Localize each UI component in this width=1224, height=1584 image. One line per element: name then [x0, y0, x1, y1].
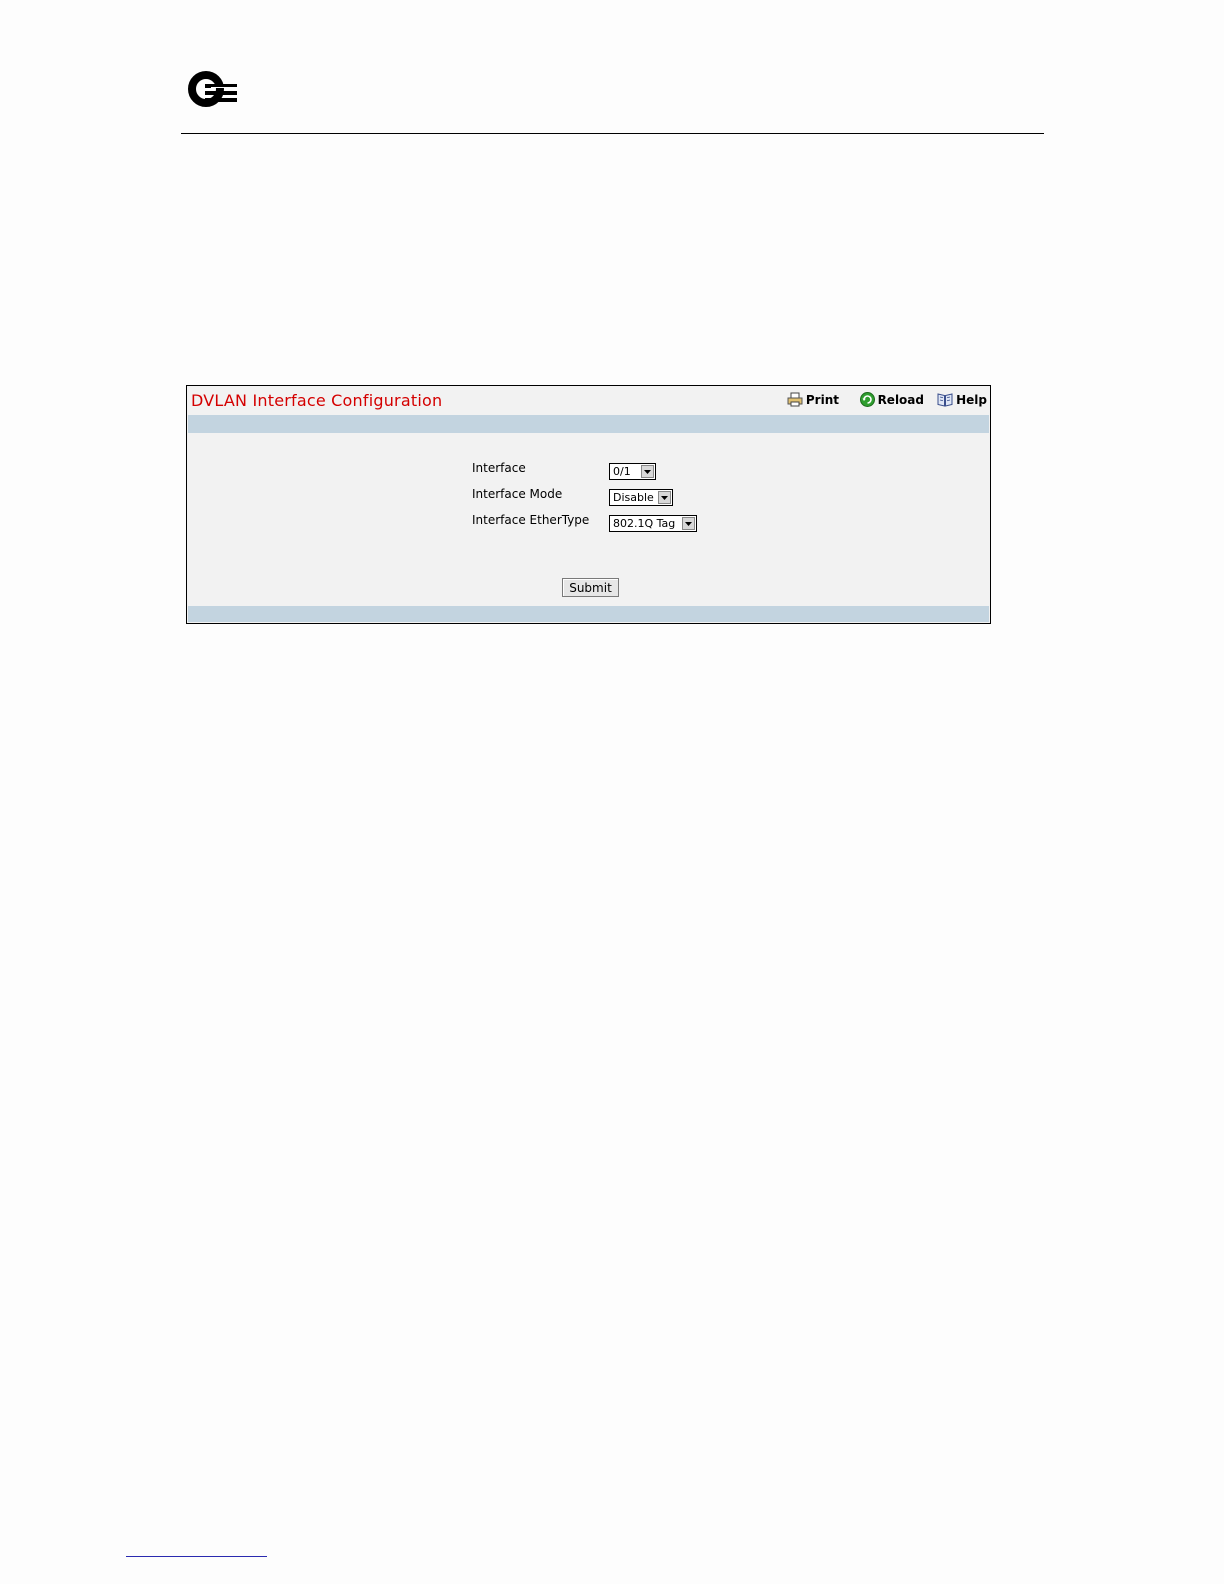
- submit-button[interactable]: Submit: [562, 578, 619, 597]
- dvlan-config-panel: DVLAN Interface Configuration Print Relo…: [186, 385, 991, 624]
- interface-ethertype-select[interactable]: 802.1Q Tag: [609, 515, 697, 532]
- interface-mode-value: Disable: [613, 491, 654, 504]
- interface-value: 0/1: [613, 465, 631, 478]
- print-button[interactable]: Print: [787, 392, 839, 407]
- footer-band: [188, 606, 989, 622]
- interface-label: Interface: [472, 461, 526, 475]
- chevron-down-icon[interactable]: [658, 491, 671, 504]
- header-band: [188, 415, 989, 433]
- chevron-down-icon[interactable]: [682, 517, 695, 530]
- footer-link-rule: [126, 1556, 267, 1557]
- q-logo-icon: [188, 71, 237, 107]
- header-divider: [181, 133, 1044, 134]
- interface-ethertype-value: 802.1Q Tag: [613, 517, 676, 530]
- chevron-down-icon[interactable]: [641, 465, 654, 478]
- reload-icon: [859, 392, 875, 407]
- interface-mode-label: Interface Mode: [472, 487, 563, 501]
- printer-icon: [787, 392, 803, 407]
- interface-mode-select[interactable]: Disable: [609, 489, 673, 506]
- page-title: DVLAN Interface Configuration: [191, 391, 443, 410]
- interface-ethertype-label: Interface EtherType: [472, 513, 590, 527]
- reload-button[interactable]: Reload: [859, 392, 924, 407]
- reload-label: Reload: [877, 392, 924, 407]
- help-button[interactable]: Help: [937, 392, 987, 407]
- help-book-icon: [937, 393, 953, 407]
- help-label: Help: [956, 392, 987, 407]
- interface-select[interactable]: 0/1: [609, 463, 656, 480]
- print-label: Print: [805, 392, 839, 407]
